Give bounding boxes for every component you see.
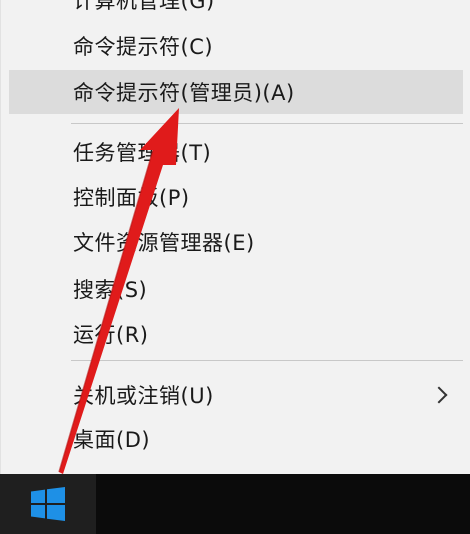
menu-item-label: 桌面(D) xyxy=(73,428,151,452)
menu-separator xyxy=(71,123,463,124)
menu-item-label: 任务管理器(T) xyxy=(73,141,212,165)
menu-item-control-panel[interactable]: 控制面板(P) xyxy=(9,175,463,219)
menu-item-label: 文件资源管理器(E) xyxy=(73,231,255,255)
taskbar xyxy=(0,474,470,534)
windows-logo-icon xyxy=(31,487,65,521)
menu-item-label: 控制面板(P) xyxy=(73,186,190,210)
menu-item-computer-management[interactable]: 计算机管理(G) xyxy=(9,0,463,22)
menu-item-file-explorer[interactable]: 文件资源管理器(E) xyxy=(9,220,463,264)
menu-item-desktop[interactable]: 桌面(D) xyxy=(9,417,463,461)
menu-item-command-prompt[interactable]: 命令提示符(C) xyxy=(9,24,463,68)
menu-item-label: 命令提示符(C) xyxy=(73,35,214,59)
menu-item-command-prompt-admin[interactable]: 命令提示符(管理员)(A) xyxy=(9,70,463,114)
menu-item-shutdown-signout[interactable]: 关机或注销(U) xyxy=(9,373,463,417)
start-button[interactable] xyxy=(0,474,96,534)
menu-item-label: 计算机管理(G) xyxy=(73,0,215,13)
context-menu: 计算机管理(G) 命令提示符(C) 命令提示符(管理员)(A) 任务管理器(T)… xyxy=(0,0,470,474)
menu-item-run[interactable]: 运行(R) xyxy=(9,312,463,356)
chevron-right-icon xyxy=(430,386,448,404)
menu-item-search[interactable]: 搜索(S) xyxy=(9,267,463,311)
menu-item-label: 命令提示符(管理员)(A) xyxy=(73,81,295,105)
menu-item-label: 关机或注销(U) xyxy=(73,384,214,408)
menu-separator xyxy=(71,360,463,361)
menu-item-label: 搜索(S) xyxy=(73,278,148,302)
menu-item-task-manager[interactable]: 任务管理器(T) xyxy=(9,130,463,174)
menu-item-label: 运行(R) xyxy=(73,323,149,347)
